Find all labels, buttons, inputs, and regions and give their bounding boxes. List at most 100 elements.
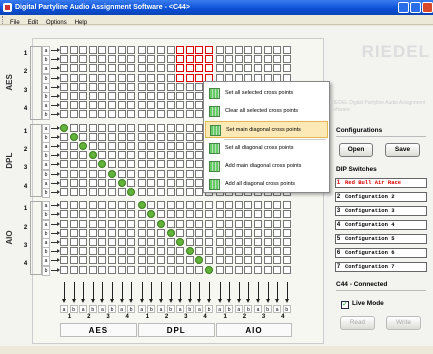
crosspoint-cell[interactable] [117, 142, 126, 150]
crosspoint-cell[interactable] [79, 219, 88, 228]
crosspoint-cell[interactable] [157, 160, 165, 169]
crosspoint-cell[interactable] [127, 160, 136, 169]
crosspoint-cell[interactable] [157, 82, 165, 91]
crosspoint-cell[interactable] [166, 82, 175, 91]
crosspoint-cell[interactable] [282, 247, 291, 256]
crosspoint-cell[interactable] [254, 46, 262, 54]
crosspoint-cell[interactable] [282, 228, 291, 237]
crosspoint-cell[interactable] [176, 82, 185, 91]
crosspoint-cell[interactable] [137, 219, 146, 228]
crosspoint-cell[interactable] [108, 110, 116, 119]
crosspoint-cell[interactable] [60, 219, 68, 228]
crosspoint-cell[interactable] [234, 210, 243, 219]
crosspoint-cell[interactable] [147, 265, 156, 274]
crosspoint-cell[interactable] [69, 256, 78, 265]
crosspoint-cell[interactable] [185, 188, 194, 196]
crosspoint-cell[interactable] [98, 178, 107, 187]
crosspoint-cell[interactable] [108, 73, 116, 82]
crosspoint-cell[interactable] [244, 219, 253, 228]
crosspoint-cell[interactable] [137, 73, 146, 82]
crosspoint-cell[interactable] [117, 265, 126, 274]
crosspoint-cell[interactable] [117, 178, 126, 187]
crosspoint-cell[interactable] [137, 169, 146, 178]
crosspoint-cell[interactable] [69, 110, 78, 119]
crosspoint-cell[interactable] [176, 188, 185, 196]
crosspoint-cell[interactable] [137, 201, 146, 210]
crosspoint-cell[interactable] [185, 219, 194, 228]
crosspoint-cell[interactable] [244, 247, 253, 256]
crosspoint-cell[interactable] [263, 55, 272, 64]
crosspoint-cell[interactable] [117, 151, 126, 160]
crosspoint-cell[interactable] [157, 73, 165, 82]
crosspoint-cell[interactable] [108, 169, 116, 178]
crosspoint-cell[interactable] [98, 123, 107, 132]
crosspoint-cell[interactable] [137, 101, 146, 110]
crosspoint-cell[interactable] [215, 256, 224, 265]
crosspoint-cell[interactable] [127, 110, 136, 119]
crosspoint-cell[interactable] [157, 228, 165, 237]
crosspoint-cell[interactable] [166, 256, 175, 265]
context-menu-item[interactable]: Add main diagonal cross points [205, 158, 328, 175]
crosspoint-cell[interactable] [69, 201, 78, 210]
crosspoint-cell[interactable] [79, 151, 88, 160]
crosspoint-cell[interactable] [127, 132, 136, 141]
crosspoint-cell[interactable] [225, 238, 234, 246]
crosspoint-cell[interactable] [225, 219, 234, 228]
crosspoint-cell[interactable] [127, 219, 136, 228]
crosspoint-cell[interactable] [147, 201, 156, 210]
crosspoint-cell[interactable] [60, 247, 68, 256]
crosspoint-cell[interactable] [147, 64, 156, 73]
crosspoint-cell[interactable] [127, 73, 136, 82]
crosspoint-cell[interactable] [60, 151, 68, 160]
crosspoint-cell[interactable] [108, 219, 116, 228]
crosspoint-cell[interactable] [79, 188, 88, 196]
crosspoint-cell[interactable] [79, 238, 88, 246]
crosspoint-cell[interactable] [127, 201, 136, 210]
crosspoint-cell[interactable] [108, 238, 116, 246]
crosspoint-cell[interactable] [108, 265, 116, 274]
context-menu-item[interactable]: Set all selected cross points [205, 85, 328, 102]
crosspoint-cell[interactable] [98, 142, 107, 150]
crosspoint-cell[interactable] [127, 82, 136, 91]
crosspoint-cell[interactable] [225, 228, 234, 237]
crosspoint-cell[interactable] [60, 132, 68, 141]
crosspoint-cell[interactable] [273, 46, 282, 54]
crosspoint-cell[interactable] [273, 238, 282, 246]
crosspoint-cell[interactable] [60, 256, 68, 265]
crosspoint-cell[interactable] [108, 151, 116, 160]
crosspoint-cell[interactable] [157, 265, 165, 274]
crosspoint-cell[interactable] [195, 46, 204, 54]
crosspoint-cell[interactable] [166, 210, 175, 219]
crosspoint-cell[interactable] [69, 92, 78, 100]
crosspoint-cell[interactable] [157, 92, 165, 100]
crosspoint-cell[interactable] [88, 219, 97, 228]
crosspoint-cell[interactable] [185, 210, 194, 219]
crosspoint-cell[interactable] [282, 64, 291, 73]
crosspoint-cell[interactable] [88, 160, 97, 169]
crosspoint-cell[interactable] [185, 228, 194, 237]
crosspoint-cell[interactable] [234, 238, 243, 246]
crosspoint-cell[interactable] [157, 238, 165, 246]
crosspoint-cell[interactable] [69, 123, 78, 132]
crosspoint-cell[interactable] [88, 238, 97, 246]
crosspoint-cell[interactable] [215, 219, 224, 228]
crosspoint-cell[interactable] [98, 132, 107, 141]
crosspoint-cell[interactable] [98, 169, 107, 178]
crosspoint-cell[interactable] [176, 46, 185, 54]
crosspoint-cell[interactable] [127, 123, 136, 132]
crosspoint-cell[interactable] [185, 178, 194, 187]
crosspoint-cell[interactable] [127, 142, 136, 150]
crosspoint-cell[interactable] [60, 210, 68, 219]
crosspoint-cell[interactable] [205, 247, 213, 256]
crosspoint-cell[interactable] [185, 73, 194, 82]
crosspoint-cell[interactable] [176, 55, 185, 64]
crosspoint-cell[interactable] [117, 238, 126, 246]
crosspoint-cell[interactable] [254, 265, 262, 274]
crosspoint-cell[interactable] [185, 142, 194, 150]
crosspoint-cell[interactable] [88, 210, 97, 219]
crosspoint-cell[interactable] [166, 55, 175, 64]
crosspoint-cell[interactable] [60, 82, 68, 91]
crosspoint-cell[interactable] [79, 201, 88, 210]
crosspoint-cell[interactable] [137, 110, 146, 119]
dip-switch-field[interactable]: 6 Configuration 6 [335, 248, 427, 258]
